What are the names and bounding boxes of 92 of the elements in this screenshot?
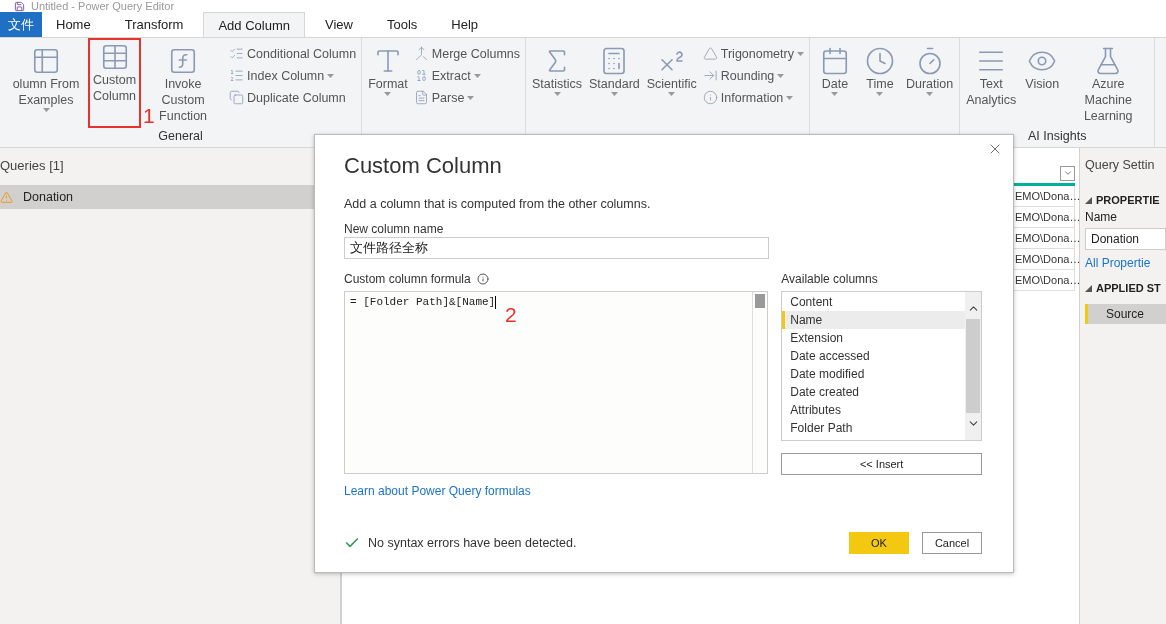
ribbon-button[interactable]: olumn From Examples	[3, 44, 89, 129]
caret-icon	[876, 92, 884, 96]
caret-icon	[610, 92, 618, 96]
annotation-number: 1	[143, 104, 155, 128]
ribbon-button[interactable]: Extract	[411, 66, 522, 85]
info-icon[interactable]	[476, 273, 489, 285]
list-item[interactable]: Content	[782, 293, 965, 311]
ribbon-button[interactable]: Duration	[902, 44, 957, 129]
warning-icon	[0, 190, 13, 204]
ribbon-button[interactable]: Information	[700, 88, 806, 107]
ribbon-button[interactable]: Scientific	[643, 44, 700, 129]
pane-title: Query Settin	[1085, 157, 1156, 174]
caret-icon	[467, 95, 475, 100]
merge-icon	[413, 46, 429, 61]
caret-icon	[777, 73, 785, 78]
ribbon-button[interactable]: Statistics	[529, 44, 585, 129]
section-heading: PROPERTIE	[1096, 194, 1160, 206]
filter-dropdown[interactable]	[1060, 165, 1075, 181]
help-link[interactable]: Learn about Power Query formulas	[344, 484, 531, 498]
ribbon-tab[interactable]: Transform	[110, 12, 198, 37]
arrow-icon	[702, 68, 718, 83]
ok-button[interactable]: OK	[849, 532, 909, 554]
file-menu-button[interactable]: 文件	[0, 12, 42, 37]
caret-icon	[42, 108, 50, 112]
ribbon-button[interactable]: Conditional Column	[227, 44, 359, 63]
list-item[interactable]: Date created	[782, 383, 965, 401]
group-label: General	[157, 129, 204, 145]
step-item[interactable]: Source	[1085, 304, 1166, 324]
window-title: Untitled - Power Query Editor	[31, 0, 175, 12]
ribbon-button[interactable]: Azure Machine Learning	[1065, 44, 1152, 129]
ribbon-button[interactable]: Date	[812, 44, 857, 129]
ribbon-button[interactable]: Parse	[411, 88, 522, 107]
ribbon-button[interactable]: Time	[857, 44, 902, 129]
info-icon	[702, 90, 718, 105]
list-item[interactable]: Folder Path	[782, 419, 965, 437]
numbered-list-icon	[229, 68, 245, 83]
ribbon-tab[interactable]: Help	[437, 12, 493, 37]
list-item[interactable]: Name	[782, 311, 965, 329]
field-label: Name	[1085, 210, 1118, 224]
ribbon-button[interactable]: Duplicate Column	[227, 88, 359, 107]
caret-icon	[384, 92, 392, 96]
ribbon-tab[interactable]: Home	[42, 12, 105, 37]
description: Add a column that is computed from the other columns.	[344, 197, 652, 213]
caret-icon	[668, 92, 676, 96]
list-item[interactable]: Attributes	[782, 401, 965, 419]
collapse-icon[interactable]	[1085, 284, 1092, 292]
collapse-icon[interactable]	[1085, 196, 1092, 204]
document-icon	[413, 90, 429, 105]
ribbon-button[interactable]: Rounding	[700, 66, 806, 85]
insert-button[interactable]: << Insert	[781, 453, 982, 475]
ribbon-button[interactable]: Standard	[586, 44, 643, 129]
annotation-number: 2	[505, 303, 517, 327]
caret-icon	[327, 73, 335, 78]
ribbon-tab[interactable]: Tools	[372, 12, 432, 37]
field-label: Custom column formula	[344, 272, 471, 286]
column-name-field[interactable]: 文件路径全称	[344, 237, 769, 259]
caret-icon	[831, 92, 839, 96]
copy-icon	[229, 90, 245, 105]
triangle-icon	[702, 46, 718, 61]
list-item[interactable]: Date modified	[782, 365, 965, 383]
ribbon-button[interactable]: Vision	[1020, 44, 1065, 129]
pane-title: Queries [1]	[0, 157, 65, 175]
field-label: New column name	[344, 221, 445, 237]
dialog-title: Custom Column	[344, 153, 503, 180]
caret-icon	[553, 92, 561, 96]
ribbon-tab[interactable]: View	[311, 12, 367, 37]
list-item[interactable]: Date accessed	[782, 347, 965, 365]
ribbon-button[interactable]: Custom Column	[90, 40, 140, 126]
caret-icon	[473, 73, 481, 78]
ribbon-button[interactable]: Index Column	[227, 66, 359, 85]
save-icon[interactable]	[14, 0, 25, 12]
ribbon-button[interactable]: Text Analytics	[963, 44, 1020, 129]
caret-icon	[926, 92, 934, 96]
ribbon-button[interactable]: Trigonometry	[700, 44, 806, 63]
group-label: AI Insights	[1027, 129, 1088, 145]
chevron-down-icon	[1062, 168, 1073, 178]
clock-icon	[864, 46, 895, 76]
section-heading: APPLIED ST	[1096, 282, 1161, 294]
cancel-button[interactable]: Cancel	[922, 532, 982, 554]
field-label: Available columns	[781, 271, 879, 287]
list-icon	[229, 46, 245, 61]
list-item[interactable]: Extension	[782, 329, 965, 347]
scrollbar[interactable]	[965, 292, 981, 440]
caret-icon	[786, 95, 794, 100]
status-message: No syntax errors have been detected.	[368, 536, 577, 550]
properties-link[interactable]: All Propertie	[1085, 256, 1166, 270]
ribbon-button[interactable]: Merge Columns	[411, 44, 522, 63]
table-icon	[31, 46, 61, 76]
ribbon-tab[interactable]: Add Column	[203, 12, 305, 37]
caret-icon	[796, 51, 804, 56]
name-field[interactable]: Donation	[1085, 228, 1166, 250]
ribbon-button[interactable]: Format	[365, 44, 411, 129]
